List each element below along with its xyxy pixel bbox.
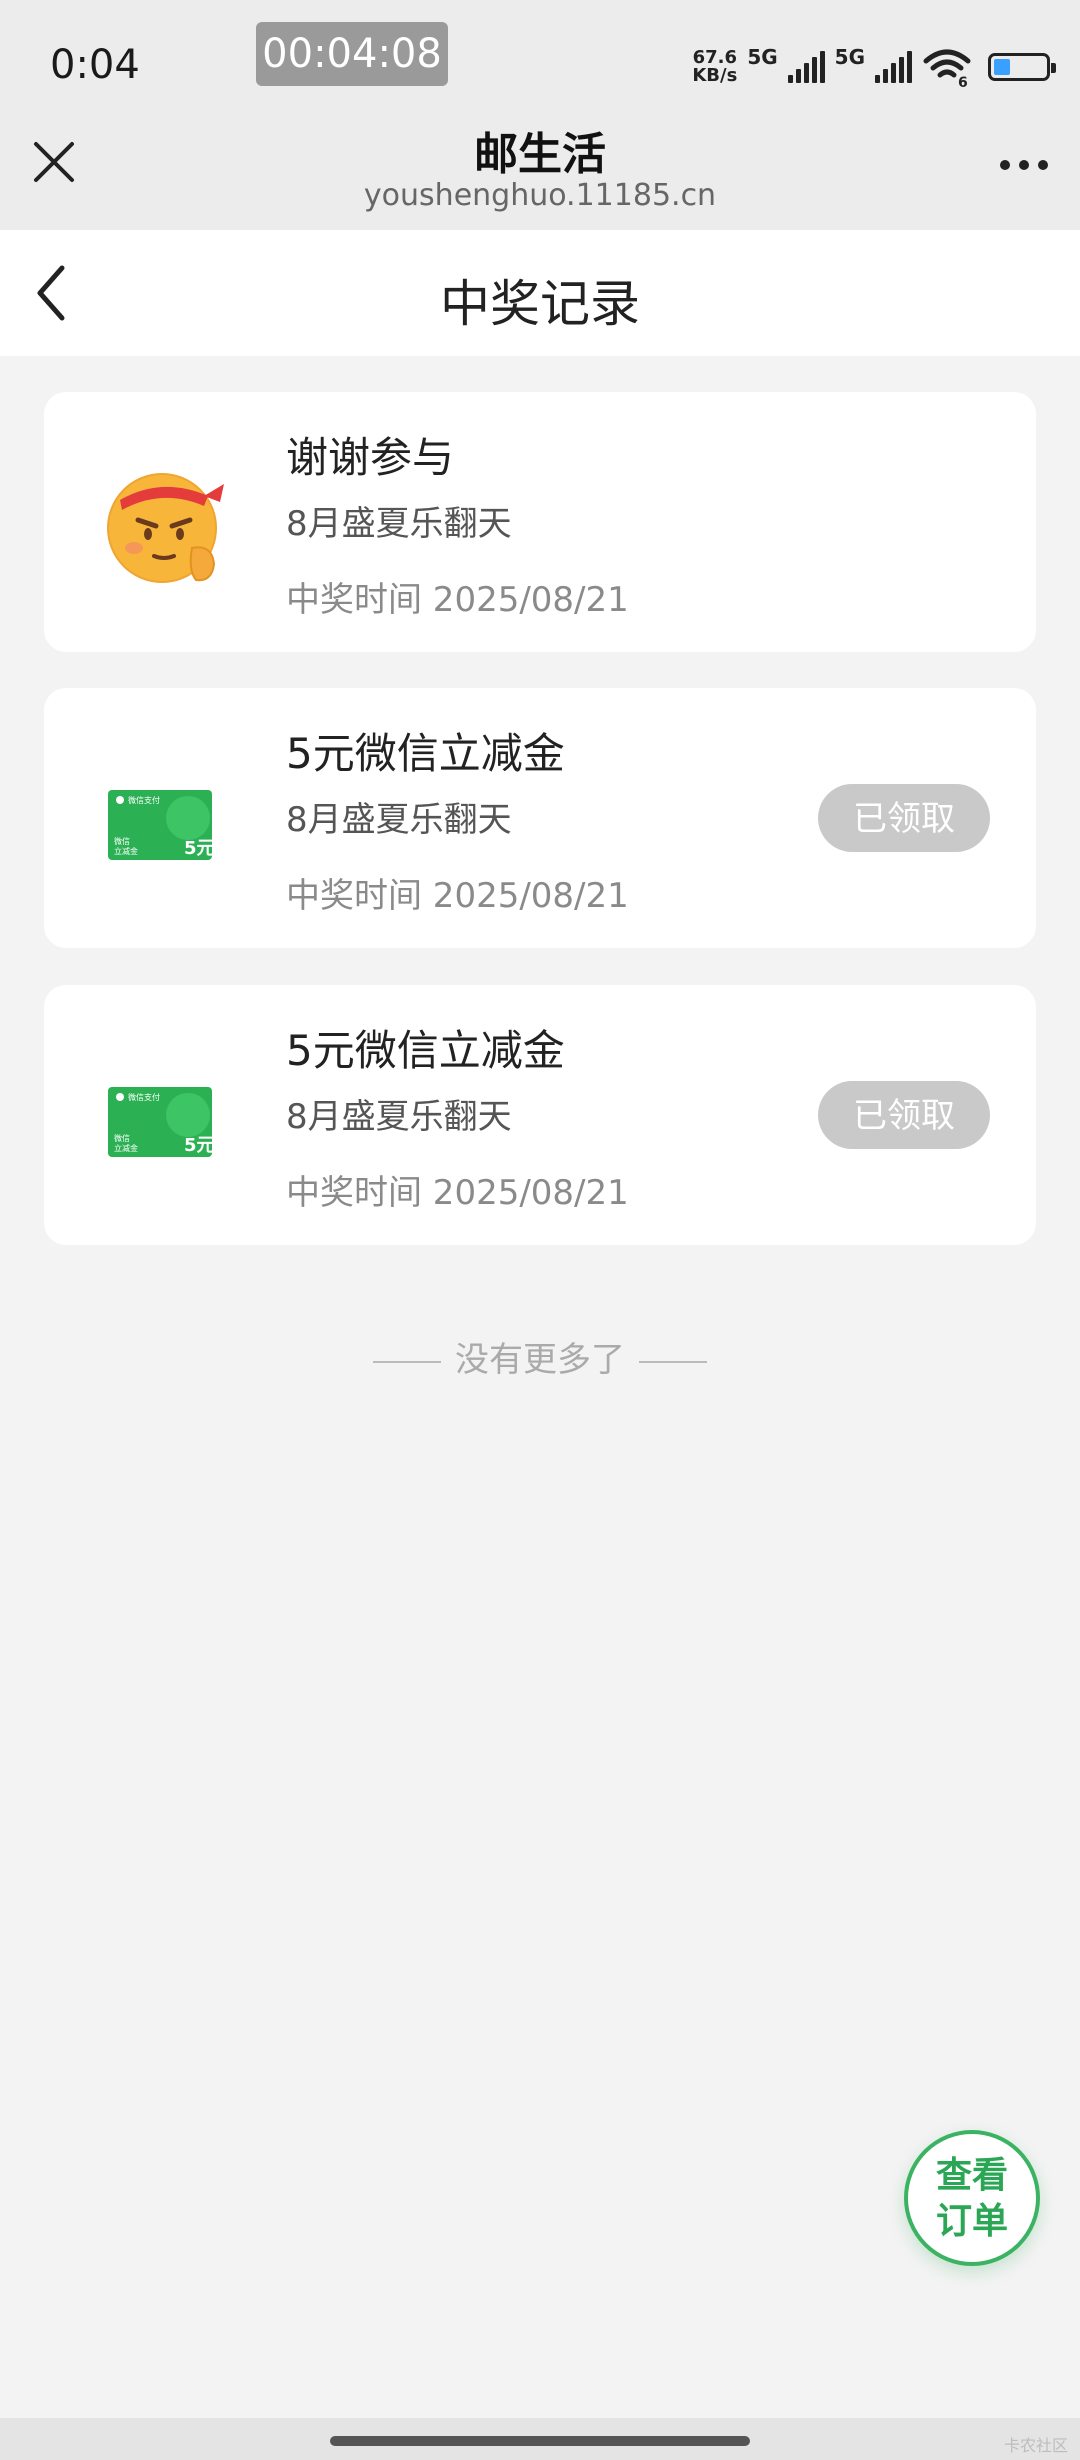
claimed-button[interactable]: 已领取 [818, 784, 990, 852]
activity-name: 8月盛夏乐翻天 [286, 504, 512, 544]
win-time: 中奖时间 2025/08/21 [286, 876, 629, 916]
svg-text:微信支付: 微信支付 [128, 795, 160, 805]
network-type-1: 5G [747, 45, 778, 69]
wechat-pay-card-icon: 微信支付 微信 立减金 5元 [108, 790, 215, 860]
browser-title-bar: 邮生活 youshenghuo.11185.cn [0, 110, 1080, 230]
status-bar: 0:04 00:04:08 67.6 KB/s 5G 5G 6 [0, 0, 1080, 110]
no-more-text: 没有更多了 [455, 1340, 625, 1380]
svg-text:6: 6 [958, 75, 968, 87]
smirk-emoji-icon [107, 473, 224, 583]
browser-url: youshenghuo.11185.cn [363, 178, 717, 213]
prize-record-card: 微信支付 微信 立减金 5元 5元微信立减金 8月盛夏乐翻天 中奖时间 2025… [44, 985, 1036, 1245]
wifi-icon: 6 [923, 49, 971, 87]
page-header: 中奖记录 [0, 230, 1080, 356]
svg-text:微信支付: 微信支付 [128, 1092, 160, 1102]
view-orders-label-line2: 订单 [935, 2201, 1008, 2242]
more-options-icon[interactable] [1000, 160, 1048, 170]
view-orders-label-line1: 查看 [935, 2155, 1008, 2196]
activity-name: 8月盛夏乐翻天 [286, 800, 512, 840]
battery-icon [988, 53, 1056, 81]
svg-text:立减金: 立减金 [114, 846, 138, 856]
view-orders-button[interactable]: 查看 订单 [904, 2130, 1040, 2266]
win-time: 中奖时间 2025/08/21 [286, 1173, 629, 1213]
browser-page-title: 邮生活 [474, 129, 606, 180]
prize-record-card: 微信支付 微信 立减金 5元 5元微信立减金 8月盛夏乐翻天 中奖时间 2025… [44, 688, 1036, 948]
claimed-button[interactable]: 已领取 [818, 1081, 990, 1149]
signal-icon-1 [787, 51, 825, 83]
prize-record-card: 谢谢参与 8月盛夏乐翻天 中奖时间 2025/08/21 [44, 392, 1036, 652]
svg-text:5元: 5元 [184, 1135, 215, 1156]
svg-text:微信: 微信 [114, 1133, 130, 1143]
svg-text:5元: 5元 [184, 838, 215, 859]
wechat-pay-card-icon: 微信支付 微信 立减金 5元 [108, 1087, 215, 1157]
signal-icon-2 [875, 51, 912, 83]
watermark: 卡农社区 [1003, 2436, 1068, 2455]
prize-name: 5元微信立减金 [286, 1026, 565, 1075]
divider-line [373, 1360, 441, 1363]
recording-timer[interactable]: 00:04:08 [256, 22, 448, 86]
battery-level [994, 59, 1011, 75]
page-title: 中奖记录 [440, 275, 640, 333]
divider-line [639, 1360, 707, 1363]
network-type-2: 5G [834, 45, 865, 69]
status-icons: 67.6 KB/s 5G 5G 6 [692, 44, 1056, 90]
prize-name: 谢谢参与 [286, 433, 455, 482]
activity-name: 8月盛夏乐翻天 [286, 1097, 512, 1137]
system-nav-bar: 卡农社区 [0, 2418, 1080, 2460]
svg-text:微信: 微信 [114, 836, 130, 846]
no-more-indicator: 没有更多了 [0, 1332, 1080, 1381]
svg-text:立减金: 立减金 [114, 1143, 138, 1153]
prize-name: 5元微信立减金 [286, 729, 565, 778]
status-time: 0:04 [50, 42, 140, 88]
network-speed: 67.6 KB/s [692, 47, 738, 86]
win-time: 中奖时间 2025/08/21 [286, 580, 629, 620]
home-indicator[interactable] [330, 2436, 750, 2446]
